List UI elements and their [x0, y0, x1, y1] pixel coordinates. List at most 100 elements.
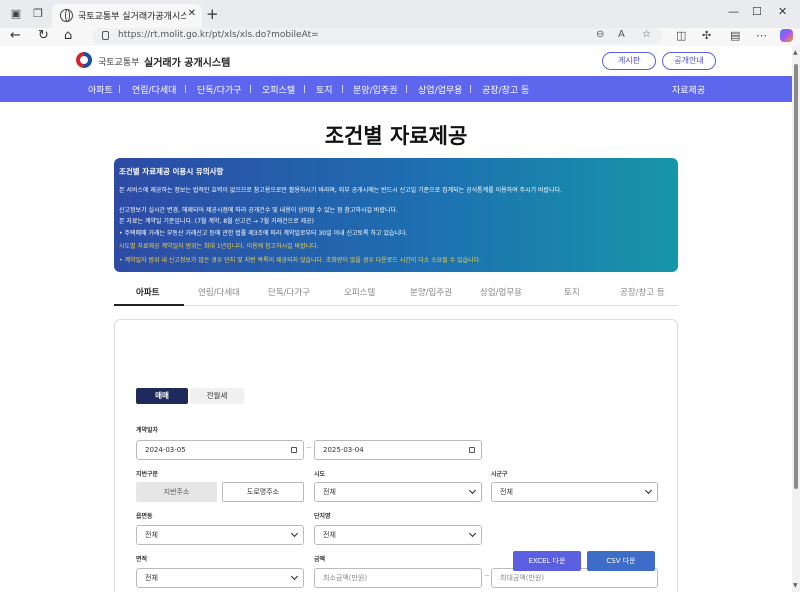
- maximize-icon[interactable]: ☐: [752, 5, 762, 18]
- settings-more-icon[interactable]: ⋯: [756, 29, 767, 42]
- collections-icon[interactable]: ❐: [30, 6, 46, 22]
- deal-type-rent-button[interactable]: 전월세: [190, 388, 244, 404]
- eupmyeondong-value: 전체: [145, 531, 158, 539]
- lot-address-button[interactable]: 지번주소: [136, 482, 217, 502]
- notice-line-highlight: 시도별 자료제공 계약일자 범위는 최대 1년입니다. 이용에 참고하시길 바랍…: [119, 243, 319, 250]
- csv-download-button[interactable]: CSV 다운: [587, 551, 655, 571]
- government-emblem-icon[interactable]: [76, 52, 92, 68]
- menu-item-rowhouse[interactable]: 연립/다세대: [132, 83, 176, 96]
- date-to-input[interactable]: 2025-03-04: [314, 440, 482, 460]
- address-type-label: 지번구분: [136, 471, 159, 478]
- extensions-icon[interactable]: ✣: [702, 29, 711, 42]
- tab-apartment[interactable]: 아파트: [136, 286, 159, 298]
- chevron-down-icon: [644, 486, 653, 495]
- menu-item-land[interactable]: 토지: [316, 83, 333, 96]
- menu-item-detached[interactable]: 단독/다가구: [197, 83, 241, 96]
- tab-factory[interactable]: 공장/창고 등: [620, 286, 665, 298]
- eupmyeondong-label: 읍면동: [136, 513, 153, 520]
- menu-item-presale[interactable]: 분양/입주권: [353, 83, 397, 96]
- sido-label: 시도: [314, 471, 326, 478]
- amount-max-input[interactable]: 최대금액(만원): [491, 568, 658, 588]
- home-icon[interactable]: ⌂: [64, 28, 72, 44]
- notice-heading: 조건별 자료제공 이용시 유의사항: [119, 167, 224, 176]
- tab-presale[interactable]: 분양/입주권: [410, 286, 452, 298]
- amount-min-placeholder: 최소금액(만원): [323, 574, 368, 582]
- contract-date-label: 계약일자: [136, 427, 159, 434]
- address-bar: ← ↻ ⌂ https://rt.molit.go.kr/pt/xls/xls.…: [0, 28, 800, 46]
- profile-icon[interactable]: ▣: [8, 6, 24, 22]
- menu-divider: [342, 85, 343, 93]
- chevron-down-icon: [290, 529, 299, 538]
- menu-item-apartment[interactable]: 아파트: [88, 83, 113, 96]
- sigungu-value: 전체: [500, 488, 513, 496]
- scrollbar-thumb[interactable]: [794, 64, 798, 489]
- menu-divider: [304, 85, 305, 93]
- eupmyeondong-select[interactable]: 전체: [136, 525, 304, 545]
- browser-essentials-icon[interactable]: ▤: [730, 29, 740, 42]
- amount-min-input[interactable]: 최소금액(만원): [314, 568, 482, 588]
- menu-divider: [185, 85, 186, 93]
- new-tab-button[interactable]: +: [206, 6, 219, 22]
- menu-divider: [470, 85, 471, 93]
- menu-item-officetel[interactable]: 오피스텔: [262, 83, 295, 96]
- close-window-icon[interactable]: ✕: [778, 5, 787, 18]
- ministry-name[interactable]: 국토교통부: [98, 55, 139, 68]
- browser-tab[interactable]: 국토교통부 실거래가공개시스템 ✕: [52, 4, 202, 28]
- chevron-down-icon: [468, 486, 477, 495]
- page-scrollbar[interactable]: ▲ ▼: [792, 46, 800, 592]
- scroll-down-icon[interactable]: ▼: [793, 582, 798, 589]
- notice-line: 본 자료는 계약일 기준입니다. (7월 계약, 8월 신고건 → 7월 거래건…: [119, 218, 314, 225]
- globe-icon: [60, 9, 73, 22]
- sido-value: 전체: [323, 488, 336, 496]
- road-address-button[interactable]: 도로명주소: [222, 482, 304, 502]
- calendar-icon[interactable]: [469, 447, 475, 453]
- excel-download-button[interactable]: EXCEL 다운: [513, 551, 581, 571]
- close-tab-icon[interactable]: ✕: [188, 8, 196, 19]
- notice-line-highlight: • 계약일자 범위 내 신고정보가 많은 경우 단지 및 지번 목록이 제공되지…: [119, 257, 482, 264]
- zoom-icon[interactable]: ⊖: [596, 29, 604, 40]
- area-value: 전체: [145, 574, 158, 582]
- tab-title: 국토교통부 실거래가공개시스템: [78, 12, 186, 22]
- date-to-value: 2025-03-04: [323, 446, 364, 454]
- menu-item-commercial[interactable]: 상업/업무용: [418, 83, 462, 96]
- tab-land[interactable]: 토지: [564, 286, 580, 298]
- tab-officetel[interactable]: 오피스텔: [344, 286, 375, 298]
- back-icon[interactable]: ←: [10, 28, 21, 44]
- page-content: 국토교통부 실거래가 공개시스템 게시판 공개안내 아파트 연립/다세대 단독/…: [0, 46, 792, 592]
- complex-select[interactable]: 전체: [314, 525, 482, 545]
- active-tab-indicator: [114, 304, 184, 306]
- minimize-icon[interactable]: —: [728, 5, 739, 18]
- menu-item-data-provision[interactable]: 자료제공: [672, 83, 705, 96]
- split-screen-icon[interactable]: ◫: [676, 29, 686, 42]
- chevron-down-icon: [468, 529, 477, 538]
- property-type-tabs: 아파트 연립/다세대 단독/다가구 오피스텔 분양/입주권 상업/업무용 토지 …: [114, 278, 678, 306]
- system-name[interactable]: 실거래가 공개시스템: [144, 54, 230, 69]
- tab-rowhouse[interactable]: 연립/다세대: [198, 286, 240, 298]
- area-select[interactable]: 전체: [136, 568, 304, 588]
- tab-commercial[interactable]: 상업/업무용: [480, 286, 522, 298]
- copilot-icon[interactable]: [780, 29, 793, 42]
- menu-item-factory[interactable]: 공장/창고 등: [482, 83, 529, 96]
- notice-box: 조건별 자료제공 이용시 유의사항 본 서비스에 제공하는 정보는 법적인 효력…: [114, 158, 678, 272]
- board-button[interactable]: 게시판: [602, 52, 656, 70]
- refresh-icon[interactable]: ↻: [38, 28, 49, 44]
- deal-type-sale-button[interactable]: 매매: [136, 388, 188, 404]
- browser-window: ▣ ❐ 국토교통부 실거래가공개시스템 ✕ + — ☐ ✕ ← ↻ ⌂ http…: [0, 0, 800, 592]
- area-label: 면적: [136, 556, 148, 563]
- sido-select[interactable]: 전체: [314, 482, 482, 502]
- date-from-value: 2024-03-05: [145, 446, 186, 454]
- tab-detached[interactable]: 단독/다가구: [268, 286, 310, 298]
- menu-divider: [250, 85, 251, 93]
- favorite-star-icon[interactable]: ☆: [642, 29, 651, 40]
- disclosure-guide-button[interactable]: 공개안내: [662, 52, 716, 70]
- menu-divider: [119, 85, 120, 93]
- url-field[interactable]: https://rt.molit.go.kr/pt/xls/xls.do?mob…: [92, 28, 662, 44]
- read-aloud-icon[interactable]: A: [618, 29, 625, 40]
- sigungu-select[interactable]: 전체: [491, 482, 658, 502]
- notice-line: 본 서비스에 제공하는 정보는 법적인 효력이 없으므로 참고용으로만 활용하시…: [119, 187, 563, 194]
- scroll-up-icon[interactable]: ▲: [793, 49, 798, 56]
- calendar-icon[interactable]: [291, 447, 297, 453]
- tab-bar: ▣ ❐ 국토교통부 실거래가공개시스템 ✕ + — ☐ ✕: [0, 0, 800, 28]
- complex-value: 전체: [323, 531, 336, 539]
- date-from-input[interactable]: 2024-03-05: [136, 440, 304, 460]
